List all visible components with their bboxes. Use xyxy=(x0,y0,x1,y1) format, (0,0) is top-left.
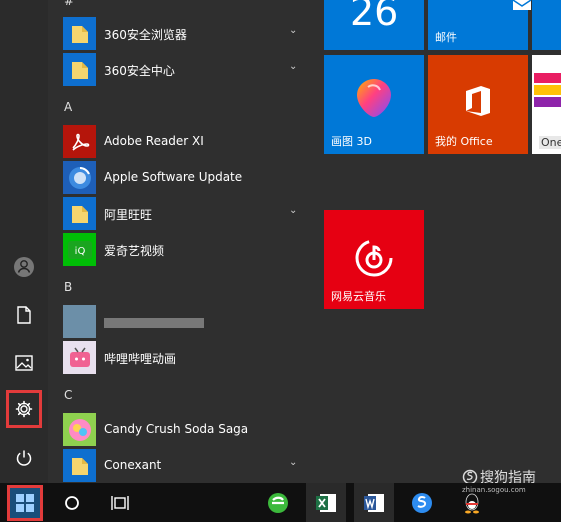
tile-label: 网易云音乐 xyxy=(331,290,386,303)
section-header-b[interactable]: B xyxy=(64,280,72,294)
chevron-down-icon[interactable]: ⌄ xyxy=(289,205,297,216)
netease-music-tile[interactable]: 网易云音乐 xyxy=(324,210,424,309)
documents-button[interactable] xyxy=(0,295,48,335)
list-item-blurred-app[interactable] xyxy=(48,304,310,340)
app-label: 爱奇艺视频 xyxy=(104,244,165,258)
app-label: 阿里旺旺 xyxy=(104,208,153,222)
app-list: # 360安全浏览器 ⌄ 360安全中心 ⌄ A Adobe Reader XI xyxy=(48,0,310,483)
folder-icon xyxy=(63,197,96,230)
mail-tile[interactable]: 邮件 xyxy=(428,0,532,50)
section-header-a[interactable]: A xyxy=(64,100,72,114)
user-icon xyxy=(14,257,34,277)
onenote-tile[interactable]: One xyxy=(532,55,561,154)
blurred-app-icon xyxy=(63,305,96,338)
list-item-conexant[interactable]: Conexant ⌄ xyxy=(48,448,310,483)
app-label: Adobe Reader XI xyxy=(104,134,204,148)
chevron-down-icon[interactable]: ⌄ xyxy=(289,61,297,72)
taskbar-excel[interactable] xyxy=(306,483,346,522)
list-item-candy-crush[interactable]: Candy Crush Soda Saga xyxy=(48,412,310,448)
app-label: 360安全中心 xyxy=(104,64,175,78)
bilibili-icon xyxy=(63,341,96,374)
word-icon xyxy=(364,493,384,512)
tile-label: 我的 Office xyxy=(435,135,493,148)
office-tile[interactable]: 我的 Office xyxy=(428,55,528,154)
chevron-down-icon[interactable]: ⌄ xyxy=(289,25,297,36)
tile-label: One xyxy=(539,136,561,149)
tile-label: 邮件 xyxy=(435,31,457,44)
start-rail xyxy=(0,0,48,483)
list-item-adobe-reader[interactable]: Adobe Reader XI xyxy=(48,124,310,160)
gear-icon xyxy=(15,400,33,418)
app-label: Apple Software Update xyxy=(104,170,243,184)
list-item-360-browser[interactable]: 360安全浏览器 ⌄ xyxy=(48,16,310,52)
app-label: 360安全浏览器 xyxy=(104,28,187,42)
app-label: 哔哩哔哩动画 xyxy=(104,352,177,366)
paint3d-tile[interactable]: 画图 3D xyxy=(324,55,424,154)
task-view-button[interactable] xyxy=(100,483,140,522)
start-menu: # 360安全浏览器 ⌄ 360安全中心 ⌄ A Adobe Reader XI xyxy=(0,0,561,486)
power-button[interactable] xyxy=(0,438,48,478)
svg-text:iQ: iQ xyxy=(74,246,85,257)
tile-label: 画图 3D xyxy=(331,135,372,148)
paint3d-icon xyxy=(357,79,391,117)
windows-logo-icon xyxy=(16,494,34,512)
list-item-bilibili[interactable]: 哔哩哔哩动画 xyxy=(48,340,310,376)
pictures-button[interactable] xyxy=(0,343,48,383)
watermark-url: zhinan.sogou.com xyxy=(462,486,526,494)
search-circle-icon xyxy=(65,495,79,510)
section-header-c[interactable]: C xyxy=(64,388,72,402)
calendar-tile[interactable]: 26 xyxy=(324,0,424,50)
taskbar-sogou-browser[interactable] xyxy=(402,483,442,522)
list-item-aliwangwang[interactable]: 阿里旺旺 ⌄ xyxy=(48,196,310,232)
onenote-colorful-icon xyxy=(534,73,561,107)
netease-music-icon xyxy=(355,239,393,277)
user-account-button[interactable] xyxy=(0,247,48,287)
app-label: Conexant xyxy=(104,458,162,472)
office-logo-icon xyxy=(466,86,490,116)
360-browser-icon xyxy=(268,492,288,513)
folder-icon xyxy=(63,17,96,50)
blurred-label xyxy=(104,318,204,328)
power-icon xyxy=(16,450,32,466)
sogou-browser-icon xyxy=(412,492,432,513)
chevron-down-icon[interactable]: ⌄ xyxy=(289,457,297,468)
task-view-icon xyxy=(111,495,129,510)
picture-icon xyxy=(15,355,33,371)
list-item-360-center[interactable]: 360安全中心 ⌄ xyxy=(48,52,310,88)
list-item-iqiyi[interactable]: iQ 爱奇艺视频 xyxy=(48,232,310,268)
excel-icon xyxy=(316,493,336,512)
app-label: Candy Crush Soda Saga xyxy=(104,422,249,436)
list-item-apple-software-update[interactable]: Apple Software Update xyxy=(48,160,310,196)
iqiyi-icon: iQ xyxy=(63,233,96,266)
qq-penguin-icon xyxy=(465,493,479,513)
apple-update-icon xyxy=(63,161,96,194)
folder-icon xyxy=(63,449,96,482)
adobe-reader-icon xyxy=(63,125,96,158)
taskbar-word[interactable] xyxy=(354,483,394,522)
partial-tile[interactable] xyxy=(532,0,561,50)
candy-crush-icon xyxy=(63,413,96,446)
settings-button[interactable] xyxy=(6,390,42,428)
document-icon xyxy=(17,306,31,324)
folder-icon xyxy=(63,53,96,86)
envelope-icon xyxy=(512,0,532,10)
start-button[interactable] xyxy=(7,485,43,521)
taskbar-360-browser[interactable] xyxy=(258,483,298,522)
taskbar: zhinan.sogou.com xyxy=(0,483,561,522)
section-header-hash[interactable]: # xyxy=(64,0,74,8)
calendar-day: 26 xyxy=(350,0,399,34)
search-button[interactable] xyxy=(52,483,92,522)
